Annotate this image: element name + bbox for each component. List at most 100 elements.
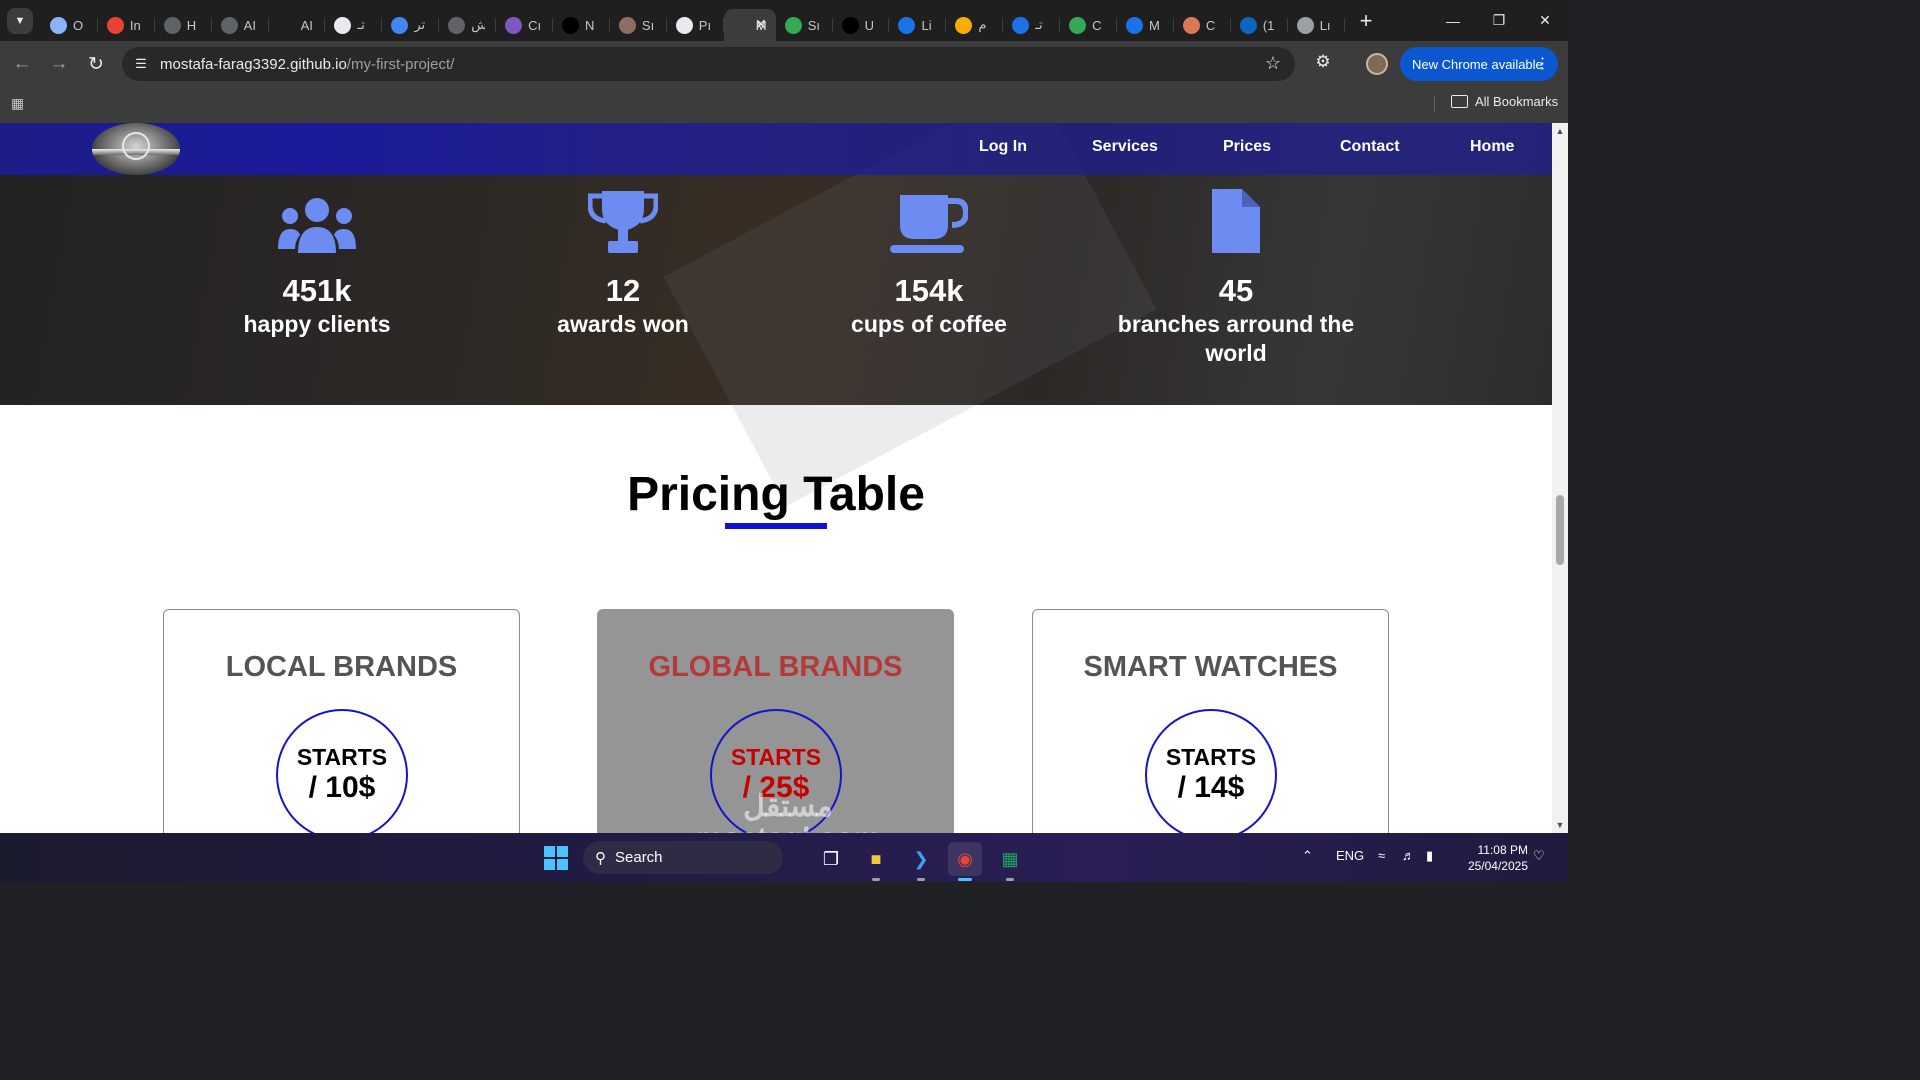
address-bar[interactable]: ☰ mostafa-farag3392.github.io/my-first-p… [122,47,1295,81]
browser-tab[interactable]: ش [439,9,497,41]
tab-title: تـ [357,17,365,32]
restore-icon: ❐ [1492,12,1506,28]
system-clock[interactable]: 11:08 PM 25/04/2025 [1458,842,1528,874]
tab-favicon-icon [898,16,916,34]
tab-favicon-icon [732,16,750,34]
tab-title: Pı [698,17,712,33]
profile-avatar[interactable] [1366,53,1388,75]
plan-name: LOCAL BRANDS [225,651,458,683]
tab-title: AI [243,17,256,33]
nav-prices[interactable]: Prices [1223,138,1271,156]
browser-tab[interactable]: Cı [496,9,553,41]
browser-tab[interactable]: O [41,9,98,41]
notification-bell-icon[interactable]: ♡ [1533,848,1545,864]
tray-overflow-icon[interactable]: ⌃ [1302,848,1313,864]
browser-tab[interactable]: N [553,9,610,41]
bookmark-star-icon[interactable]: ☆ [1265,53,1281,74]
excel-button[interactable]: ▦ [993,842,1027,881]
browser-tab[interactable]: م [946,9,1004,41]
page-viewport: 451k happy clients 12 awards won 154k cu… [0,123,1552,833]
browser-tab[interactable]: In [98,9,155,41]
browser-tab[interactable]: Li [889,9,947,41]
clock-date: 25/04/2025 [1467,859,1528,873]
browser-tab[interactable]: M ✕ [723,9,776,41]
browser-tab[interactable]: تر [382,9,440,41]
browser-tab[interactable]: M [1117,9,1174,41]
forward-button[interactable]: → [42,47,76,81]
browser-tab[interactable]: Sı [776,9,833,41]
browser-tab[interactable]: C [1060,9,1117,41]
watermark: مستقل mostaql.com [695,790,880,834]
browser-tab[interactable]: U [833,9,890,41]
tab-title: O [73,17,84,33]
browser-tab[interactable]: Sı [610,9,667,41]
active-indicator [958,878,972,881]
title-underline [725,523,827,529]
extensions-icon[interactable]: ⚙ [1311,52,1335,76]
file-explorer-button[interactable]: ■ [859,842,893,881]
wifi-icon[interactable]: ≈ [1378,848,1385,863]
tab-search-button[interactable]: ▼ [7,7,33,34]
taskbar-search[interactable]: ⚲ Search [583,841,783,874]
chrome-button[interactable]: ◉ [948,842,982,881]
pricing-card-smart-watches[interactable]: SMART WATCHES STARTS / 14$ [1032,609,1389,833]
tab-favicon-icon [618,16,636,34]
task-view-icon: ❐ [822,848,840,869]
price-lead: STARTS [730,744,822,770]
tab-favicon-icon [277,16,295,34]
pricing-card-local-brands[interactable]: LOCAL BRANDS STARTS / 10$ [163,609,520,833]
reload-icon: ↻ [88,53,104,75]
url-host: mostafa-farag3392.github.io [160,55,347,73]
scrollbar-thumb[interactable] [1556,495,1564,565]
page-scrollbar[interactable]: ▲ ▼ [1552,123,1568,833]
nav-services[interactable]: Services [1092,138,1158,156]
site-logo[interactable] [92,123,180,175]
nav-login[interactable]: Log In [979,138,1027,156]
arrow-right-icon: → [49,53,69,74]
chrome-icon: ◉ [957,848,973,869]
update-chrome-button[interactable]: New Chrome available ⋮ [1400,47,1558,81]
close-icon: ✕ [1539,12,1551,28]
browser-tab[interactable]: AI [212,9,269,41]
browser-tab[interactable]: H [155,9,212,41]
language-indicator[interactable]: ENG [1336,848,1364,863]
tab-title: C [1092,17,1102,33]
back-button[interactable]: ← [5,47,39,81]
volume-icon[interactable]: ♬ [1402,848,1415,863]
all-bookmarks-button[interactable]: All Bookmarks [1451,94,1558,109]
url-path: /my-first-project/ [346,55,455,73]
restore-button[interactable]: ❐ [1476,0,1522,41]
running-indicator [917,878,925,881]
browser-tab[interactable]: (1 [1231,9,1288,41]
close-tab-icon[interactable]: ✕ [755,16,767,33]
stat-branches: 45 branches arround the world [1086,189,1386,368]
scroll-up-arrow-icon[interactable]: ▲ [1555,126,1565,136]
reload-button[interactable]: ↻ [79,47,113,81]
browser-tab[interactable]: Lı [1288,9,1345,41]
browser-tab[interactable]: C [1174,9,1231,41]
site-navbar: Log In Services Prices Contact Home [0,123,1552,175]
tab-favicon-icon [1239,16,1257,34]
start-button[interactable] [544,846,568,870]
browser-tab[interactable]: AI [269,9,326,41]
new-tab-button[interactable]: + [1360,8,1373,34]
tab-favicon-icon [1012,16,1030,34]
task-view-button[interactable]: ❐ [814,842,848,876]
minimize-button[interactable]: — [1430,0,1476,41]
close-window-button[interactable]: ✕ [1522,0,1568,41]
apps-grid-icon[interactable]: ▦ [11,95,29,113]
browser-tab[interactable]: تـ [1003,9,1061,41]
battery-icon[interactable]: ▮ [1426,848,1433,864]
nav-home[interactable]: Home [1470,138,1514,156]
folder-icon: ■ [870,848,882,869]
nav-contact[interactable]: Contact [1340,138,1400,156]
tab-favicon-icon [955,16,973,34]
tab-favicon-icon [1126,16,1144,34]
browser-tab[interactable]: Pı [667,9,724,41]
site-settings-icon[interactable]: ☰ [132,56,150,72]
scroll-down-arrow-icon[interactable]: ▼ [1555,820,1565,830]
folder-icon [1451,95,1468,108]
arrow-left-icon: ← [12,53,32,74]
browser-tab[interactable]: تـ [325,9,383,41]
vscode-button[interactable]: ❯ [904,842,938,881]
